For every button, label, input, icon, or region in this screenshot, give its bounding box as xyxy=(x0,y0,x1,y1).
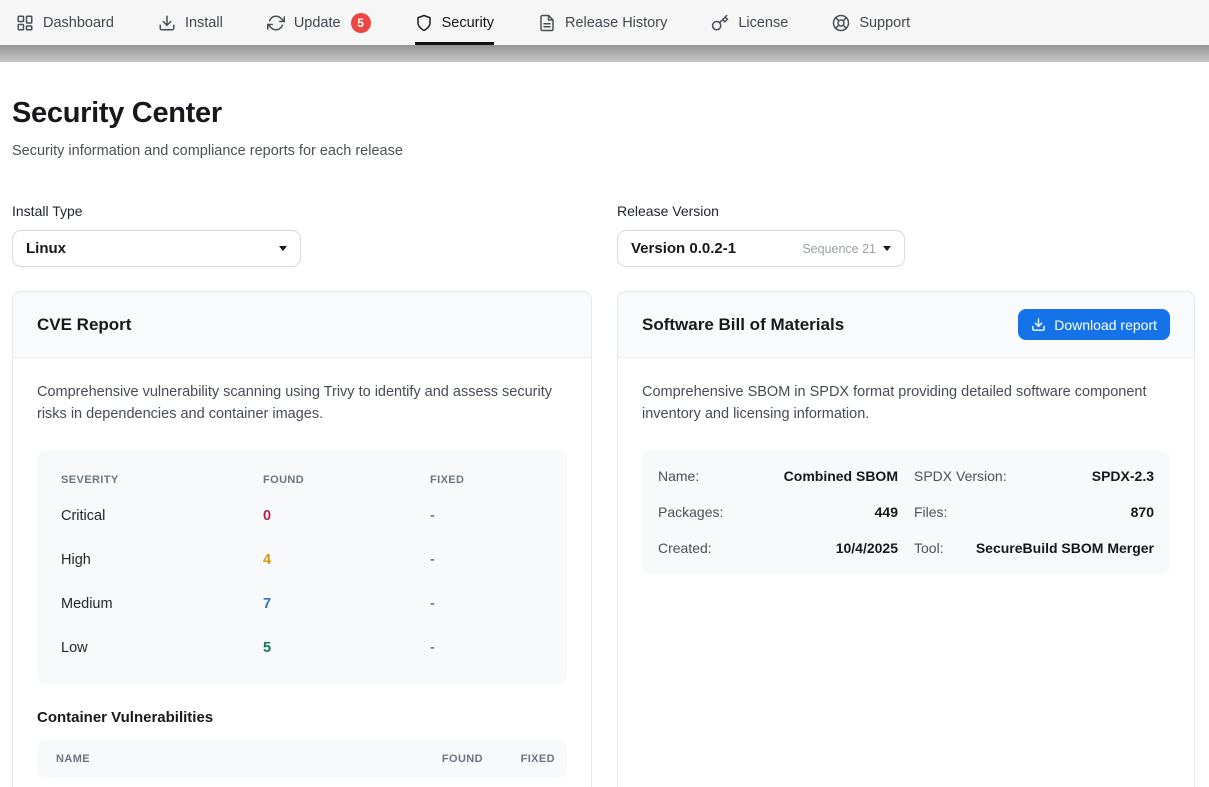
table-row: Low 5 - xyxy=(61,626,543,670)
fixed-count: - xyxy=(430,596,543,612)
download-icon xyxy=(158,14,176,32)
container-vulnerabilities-title: Container Vulnerabilities xyxy=(37,709,567,726)
update-count-badge: 5 xyxy=(351,13,371,33)
col-severity: Severity xyxy=(61,474,263,486)
release-version-select[interactable]: Version 0.0.2-1 Sequence 21 xyxy=(617,230,905,267)
release-version-value: Version 0.0.2-1 xyxy=(631,240,736,257)
nav-label: Security xyxy=(442,15,494,31)
detail-label: Tool: xyxy=(914,540,944,556)
list-item: Files: 870 xyxy=(914,494,1154,530)
download-report-label: Download report xyxy=(1054,317,1157,333)
top-navigation: Dashboard Install Update 5 Security Rele… xyxy=(0,0,1209,45)
list-item: Packages: 449 xyxy=(658,494,898,530)
nav-item-dashboard[interactable]: Dashboard xyxy=(16,0,114,45)
page-title: Security Center xyxy=(12,97,1195,130)
chevron-down-icon xyxy=(279,246,287,251)
cve-card-header: CVE Report xyxy=(13,292,591,358)
nav-item-support[interactable]: Support xyxy=(832,0,910,45)
page-subtitle: Security information and compliance repo… xyxy=(12,143,1195,159)
col-fixed: Fixed xyxy=(483,753,555,765)
header-scroll-shadow xyxy=(0,45,1209,62)
list-item: SPDX Version: SPDX-2.3 xyxy=(914,458,1154,494)
key-icon xyxy=(711,14,729,32)
detail-value: 449 xyxy=(875,504,898,520)
sbom-card-header: Software Bill of Materials Download repo… xyxy=(618,292,1194,358)
release-version-label: Release Version xyxy=(617,203,905,219)
detail-label: Packages: xyxy=(658,504,723,520)
install-type-select[interactable]: Linux xyxy=(12,230,301,267)
col-fixed: Fixed xyxy=(430,474,543,486)
nav-item-security[interactable]: Security xyxy=(415,0,494,45)
list-item: Name: Combined SBOM xyxy=(658,458,898,494)
cve-card-body: Comprehensive vulnerability scanning usi… xyxy=(13,358,591,787)
nav-item-license[interactable]: License xyxy=(711,0,788,45)
detail-label: Files: xyxy=(914,504,947,520)
dashboard-grid-icon xyxy=(16,14,34,32)
col-name: Name xyxy=(56,753,393,765)
sbom-card-title: Software Bill of Materials xyxy=(642,315,844,335)
filters-row: Install Type Linux Release Version Versi… xyxy=(12,203,1195,267)
table-row: Medium 7 - xyxy=(61,582,543,626)
severity-name: Medium xyxy=(61,596,263,612)
fixed-count: - xyxy=(430,508,543,524)
detail-label: Created: xyxy=(658,540,712,556)
sbom-card: Software Bill of Materials Download repo… xyxy=(617,291,1195,787)
cve-card-title: CVE Report xyxy=(37,315,131,335)
fixed-count: - xyxy=(430,552,543,568)
detail-value: 870 xyxy=(1131,504,1154,520)
detail-value: SPDX-2.3 xyxy=(1092,468,1154,484)
nav-label: Install xyxy=(185,15,223,31)
detail-label: Name: xyxy=(658,468,699,484)
refresh-icon xyxy=(267,14,285,32)
nav-label: Update xyxy=(294,15,341,31)
found-count: 5 xyxy=(263,640,430,656)
severity-table-header: Severity Found Fixed xyxy=(61,462,543,494)
nav-label: Release History xyxy=(565,15,667,31)
severity-name: Critical xyxy=(61,508,263,524)
severity-name: Low xyxy=(61,640,263,656)
cards-row: CVE Report Comprehensive vulnerability s… xyxy=(12,291,1195,787)
install-type-label: Install Type xyxy=(12,203,301,219)
sbom-details-grid: Name: Combined SBOM SPDX Version: SPDX-2… xyxy=(642,450,1170,574)
shield-icon xyxy=(415,14,433,32)
sbom-description: Comprehensive SBOM in SPDX format provid… xyxy=(642,382,1170,425)
found-count: 0 xyxy=(263,508,430,524)
nav-item-install[interactable]: Install xyxy=(158,0,223,45)
col-found: Found xyxy=(263,474,430,486)
container-table-header: Name Found Fixed xyxy=(37,740,567,778)
table-row: High 4 - xyxy=(61,538,543,582)
sequence-group: Sequence 21 xyxy=(802,242,891,256)
install-type-value: Linux xyxy=(26,240,66,257)
severity-name: High xyxy=(61,552,263,568)
nav-item-update[interactable]: Update 5 xyxy=(267,0,371,45)
detail-value: 10/4/2025 xyxy=(836,540,898,556)
main-content: Security Center Security information and… xyxy=(0,97,1209,787)
cve-report-card: CVE Report Comprehensive vulnerability s… xyxy=(12,291,592,787)
found-count: 4 xyxy=(263,552,430,568)
download-icon xyxy=(1031,317,1046,332)
detail-value: SecureBuild SBOM Merger xyxy=(976,540,1154,556)
cve-description: Comprehensive vulnerability scanning usi… xyxy=(37,382,567,425)
col-found: Found xyxy=(393,753,483,765)
detail-value: Combined SBOM xyxy=(784,468,898,484)
release-version-filter: Release Version Version 0.0.2-1 Sequence… xyxy=(617,203,905,267)
list-item: Tool: SecureBuild SBOM Merger xyxy=(914,530,1154,566)
list-item: Created: 10/4/2025 xyxy=(658,530,898,566)
install-type-filter: Install Type Linux xyxy=(12,203,301,267)
nav-label: Dashboard xyxy=(43,15,114,31)
detail-label: SPDX Version: xyxy=(914,468,1007,484)
nav-item-release-history[interactable]: Release History xyxy=(538,0,667,45)
table-row: Critical 0 - xyxy=(61,494,543,538)
fixed-count: - xyxy=(430,640,543,656)
download-report-button[interactable]: Download report xyxy=(1018,309,1170,340)
sequence-label: Sequence 21 xyxy=(802,242,876,256)
chevron-down-icon xyxy=(883,246,891,251)
file-text-icon xyxy=(538,14,556,32)
severity-table: Severity Found Fixed Critical 0 - High 4… xyxy=(37,450,567,684)
sbom-card-body: Comprehensive SBOM in SPDX format provid… xyxy=(618,358,1194,598)
nav-label: License xyxy=(738,15,788,31)
life-buoy-icon xyxy=(832,14,850,32)
found-count: 7 xyxy=(263,596,430,612)
nav-label: Support xyxy=(859,15,910,31)
